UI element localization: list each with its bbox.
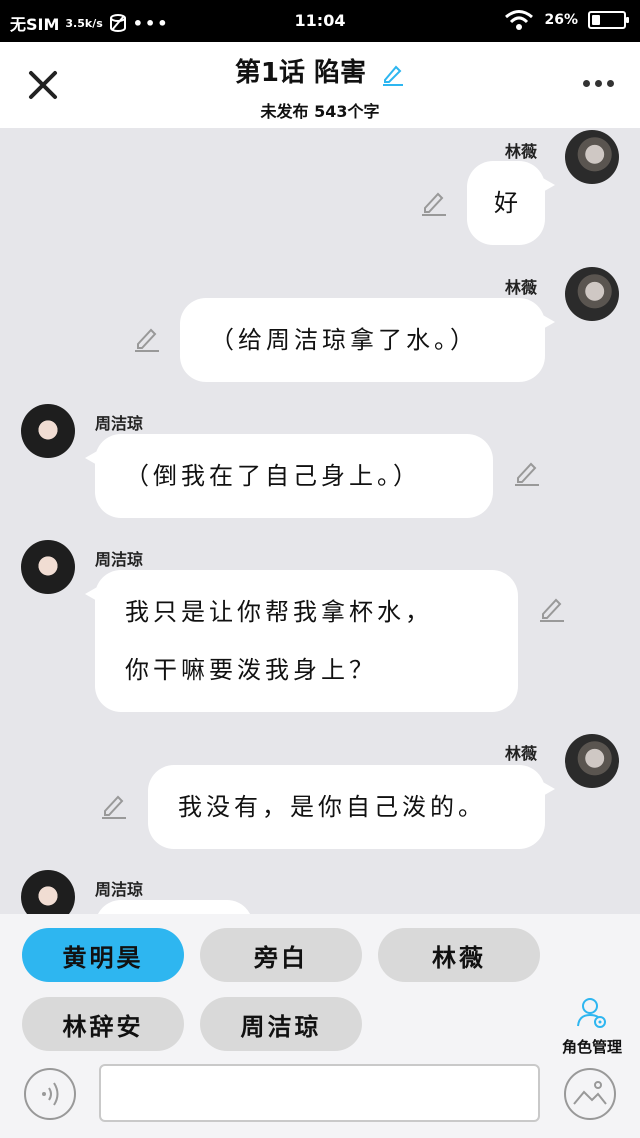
- avatar[interactable]: [21, 404, 75, 458]
- role-management-button[interactable]: 角色管理: [550, 996, 634, 1057]
- chapter-status: 未发布 543个字: [260, 102, 380, 121]
- user-settings-icon: [577, 998, 606, 1028]
- sender-name: 周洁琼: [95, 550, 144, 569]
- message-bubble[interactable]: （给周洁琼拿了水。）: [180, 298, 555, 382]
- avatar[interactable]: [565, 267, 619, 321]
- voice-icon: [42, 1082, 59, 1106]
- message-bubble[interactable]: （倒我在了自己身上。）: [85, 434, 493, 518]
- avatar[interactable]: [21, 540, 75, 594]
- sender-name: 周洁琼: [95, 414, 144, 433]
- message-bubble[interactable]: [95, 900, 253, 914]
- message-text: 我只是让你帮我拿杯水，: [125, 598, 433, 626]
- message-text: （给周洁琼拿了水。）: [210, 326, 478, 354]
- app-header: 第1话 陷害 未发布 543个字: [0, 42, 640, 128]
- avatar[interactable]: [21, 870, 75, 914]
- edit-message-icon[interactable]: [513, 458, 541, 486]
- sender-name: 林薇: [505, 744, 538, 763]
- sender-name: 林薇: [505, 142, 538, 161]
- chapter-title-row[interactable]: 第1话 陷害: [0, 52, 640, 89]
- edit-message-icon[interactable]: [100, 791, 128, 819]
- dot-icon: [583, 80, 590, 87]
- chat-area[interactable]: 林薇 好 林薇 （给周洁琼拿了水。） 周洁琼 （倒我在了自己身上。） 周洁琼 我…: [0, 128, 640, 914]
- message-bubble[interactable]: 好: [467, 161, 555, 245]
- role-chip-lin-wei[interactable]: 林薇: [378, 928, 540, 982]
- role-management-label: 角色管理: [561, 1038, 622, 1056]
- role-chip-zhou-jieqiong[interactable]: 周洁琼: [200, 997, 362, 1051]
- role-chip-huang-minghao[interactable]: 黄明昊: [22, 928, 184, 982]
- more-options-button[interactable]: [583, 80, 614, 87]
- role-chip-narrator[interactable]: 旁白: [200, 928, 362, 982]
- voice-input-button[interactable]: [24, 1068, 76, 1120]
- message-input[interactable]: [99, 1064, 540, 1122]
- edit-message-icon[interactable]: [133, 324, 161, 352]
- edit-message-icon[interactable]: [538, 594, 566, 622]
- message-bubble[interactable]: 我只是让你帮我拿杯水， 你干嘛要泼我身上？: [85, 570, 518, 712]
- chapter-title: 第1话 陷害: [234, 58, 367, 88]
- battery-fill: [592, 15, 600, 25]
- edit-title-icon[interactable]: [381, 62, 405, 86]
- dot-icon: [607, 80, 614, 87]
- edit-message-icon[interactable]: [420, 188, 448, 216]
- avatar[interactable]: [565, 734, 619, 788]
- message-text: 你干嘛要泼我身上？: [125, 656, 377, 684]
- message-text: 我没有，是你自己泼的。: [178, 793, 486, 821]
- battery-icon: [588, 11, 629, 29]
- image-icon: [573, 1081, 607, 1105]
- message-text: （倒我在了自己身上。）: [125, 462, 421, 490]
- sender-name: 周洁琼: [95, 880, 144, 899]
- status-right: 26%: [504, 9, 629, 31]
- image-picker-button[interactable]: [564, 1068, 616, 1120]
- sender-name: 林薇: [505, 278, 538, 297]
- role-chip-lin-cian[interactable]: 林辞安: [22, 997, 184, 1051]
- battery-percent: 26%: [544, 12, 578, 28]
- message-text: 好: [494, 189, 518, 217]
- wifi-icon: [505, 10, 534, 30]
- dot-icon: [595, 80, 602, 87]
- status-bar: 无SIM 3.5k/s ••• 11:04 26%: [0, 0, 640, 42]
- message-bubble[interactable]: 我没有，是你自己泼的。: [148, 765, 555, 849]
- avatar[interactable]: [565, 130, 619, 184]
